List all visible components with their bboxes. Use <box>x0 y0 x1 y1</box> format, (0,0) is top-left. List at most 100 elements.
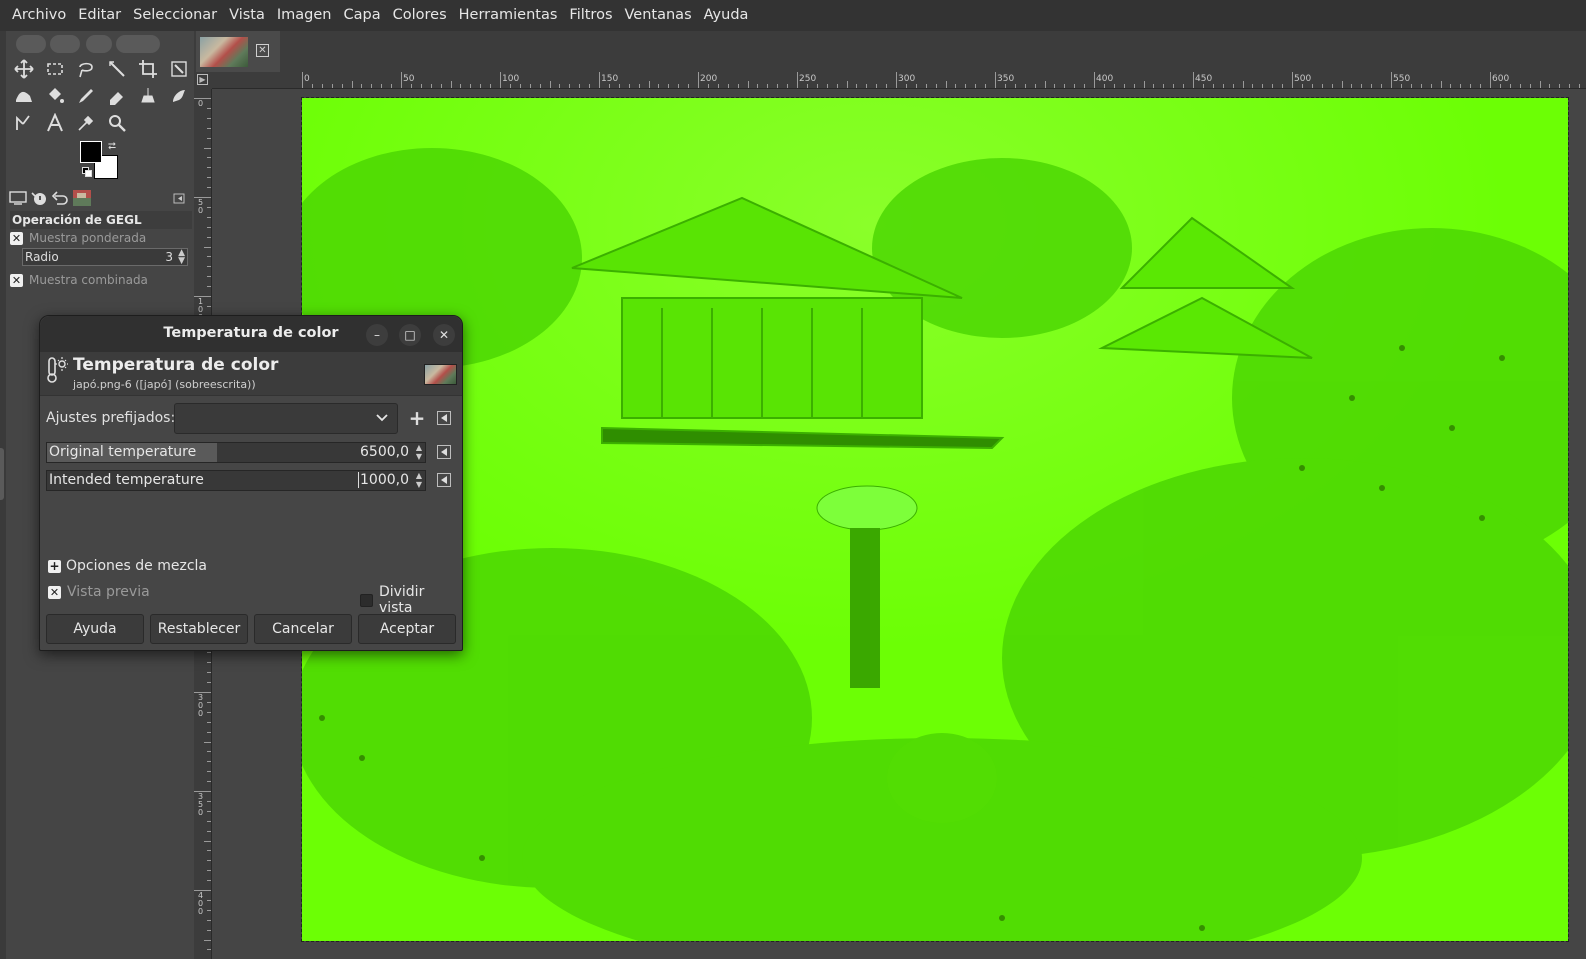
menu-imagen[interactable]: Imagen <box>271 0 338 31</box>
quick-mask-icon[interactable]: ▶ <box>197 74 208 85</box>
foreground-color-swatch[interactable] <box>80 141 102 163</box>
ruler-label: 0 <box>198 99 204 108</box>
menu-filtros[interactable]: Filtros <box>563 0 618 31</box>
close-icon[interactable]: ✕ <box>256 44 269 57</box>
image-tab[interactable]: ✕ <box>196 31 280 72</box>
ruler-label: 100 <box>502 74 520 84</box>
add-preset-icon[interactable]: + <box>407 407 427 429</box>
menu-seleccionar[interactable]: Seleccionar <box>127 0 223 31</box>
presets-dropdown[interactable] <box>174 403 398 434</box>
ruler-label: 50 <box>198 198 204 215</box>
original-temperature-spinscale[interactable]: Original temperature 6500,0 ▲ ▼ <box>46 442 426 463</box>
intended-temperature-stepper-icon[interactable]: ▲ ▼ <box>416 471 422 489</box>
minimize-icon[interactable]: – <box>366 324 388 346</box>
rect-select-tool-icon[interactable] <box>43 57 67 81</box>
split-view-checkbox[interactable] <box>360 593 373 607</box>
blend-options-label: Opciones de mezcla <box>66 558 208 574</box>
move-tool-icon[interactable] <box>12 57 36 81</box>
tool-options-tab-icon[interactable] <box>8 189 28 207</box>
chevron-down-icon <box>376 414 388 422</box>
ok-button[interactable]: Aceptar <box>358 614 456 644</box>
preview-toggle[interactable]: ✕ Vista previa <box>48 584 150 600</box>
menu-colores[interactable]: Colores <box>387 0 453 31</box>
close-icon[interactable]: ✕ <box>433 324 455 346</box>
clone-tool-icon[interactable] <box>136 84 160 108</box>
menu-ayuda[interactable]: Ayuda <box>698 0 755 31</box>
crop-tool-icon[interactable] <box>136 57 160 81</box>
dialog-header-subtitle: japó.png-6 ([japó] (sobreescrita)) <box>73 378 256 391</box>
toolbox-header <box>16 33 192 53</box>
original-temperature-stepper-icon[interactable]: ▲ ▼ <box>416 443 422 461</box>
ruler-corner[interactable]: ▶ <box>194 72 212 89</box>
undo-history-tab-icon[interactable] <box>50 189 70 207</box>
horizontal-ruler[interactable]: 0 50 100 150 200 250 300 350 400 450 500 550 600 <box>212 72 1586 89</box>
free-select-tool-icon[interactable] <box>74 57 98 81</box>
menu-capa[interactable]: Capa <box>338 0 387 31</box>
swap-colors-icon[interactable]: ⮂ <box>108 141 116 152</box>
sample-combined-checkbox[interactable]: ✕ <box>10 273 23 287</box>
radius-spinner[interactable]: Radio 3 ▲ ▼ <box>22 248 188 266</box>
menu-archivo[interactable]: Archivo <box>6 0 72 31</box>
maximize-icon[interactable]: □ <box>399 324 421 346</box>
color-picker-tool-icon[interactable] <box>74 111 98 135</box>
expand-icon: + <box>48 558 61 573</box>
blend-options-expander[interactable]: + Opciones de mezcla <box>48 558 207 574</box>
reset-button[interactable]: Restablecer <box>150 614 248 644</box>
ruler-tick <box>1490 72 1491 88</box>
dialog-titlebar[interactable]: Temperatura de color – □ ✕ <box>40 316 462 352</box>
ruler-tick <box>194 296 211 297</box>
unified-transform-tool-icon[interactable] <box>167 57 191 81</box>
color-area[interactable]: ⮂ <box>80 141 124 181</box>
dock-handle[interactable] <box>0 448 4 500</box>
ruler-label: 50 <box>403 74 415 84</box>
menu-vista[interactable]: Vista <box>223 0 271 31</box>
split-view-label: Dividir vista <box>378 584 425 616</box>
menu-editar[interactable]: Editar <box>72 0 127 31</box>
ruler-tick <box>194 890 211 891</box>
smudge-tool-icon[interactable] <box>167 84 191 108</box>
default-colors-icon[interactable] <box>82 167 92 177</box>
help-button[interactable]: Ayuda <box>46 614 144 644</box>
sample-merged-checkbox[interactable]: ✕ <box>10 231 23 245</box>
dialog-header-title: Temperatura de color <box>73 355 279 375</box>
image-canvas[interactable] <box>301 97 1569 942</box>
ruler-tick <box>896 72 897 88</box>
zoom-tool-icon[interactable] <box>105 111 129 135</box>
ruler-label: 400 <box>198 891 204 916</box>
sample-merged-label: Muestra ponderada <box>29 231 147 245</box>
menu-herramientas[interactable]: Herramientas <box>453 0 564 31</box>
ruler-tick <box>995 72 996 88</box>
intended-temperature-spinscale[interactable]: Intended temperature 1000,0 ▲ ▼ <box>46 470 426 491</box>
ruler-label: 450 <box>1195 74 1213 84</box>
radius-value: 3 <box>165 250 173 264</box>
original-temperature-picker-icon[interactable] <box>437 445 451 459</box>
cancel-button[interactable]: Cancelar <box>254 614 352 644</box>
ruler-tick <box>1391 72 1392 88</box>
radius-label: Radio <box>25 250 59 264</box>
text-tool-icon[interactable] <box>43 111 67 135</box>
menu-ventanas[interactable]: Ventanas <box>619 0 698 31</box>
image-thumbnail <box>424 364 457 385</box>
ruler-label: 300 <box>898 74 916 84</box>
paintbrush-tool-icon[interactable] <box>74 84 98 108</box>
eraser-tool-icon[interactable] <box>105 84 129 108</box>
dock-tabs <box>6 187 192 209</box>
paths-tool-icon[interactable] <box>12 111 36 135</box>
preview-checkbox[interactable]: ✕ <box>48 585 61 599</box>
fuzzy-select-tool-icon[interactable] <box>105 57 129 81</box>
configure-tab-icon[interactable] <box>170 189 190 207</box>
split-view-toggle[interactable]: Dividir vista <box>360 584 462 616</box>
images-tab-icon[interactable] <box>72 189 92 207</box>
device-status-tab-icon[interactable] <box>29 189 49 207</box>
bucket-fill-tool-icon[interactable] <box>43 84 67 108</box>
image-tabs-bar: ✕ <box>194 31 1586 72</box>
ruler-label: 0 <box>304 74 310 84</box>
presets-menu-icon[interactable] <box>437 411 451 425</box>
sample-merged-option[interactable]: ✕ Muestra ponderada <box>10 229 192 247</box>
intended-temperature-picker-icon[interactable] <box>437 473 451 487</box>
ruler-label: 400 <box>1096 74 1114 84</box>
radius-stepper-icon[interactable]: ▲ ▼ <box>178 249 185 266</box>
warp-tool-icon[interactable] <box>12 84 36 108</box>
sample-combined-option[interactable]: ✕ Muestra combinada <box>10 271 192 289</box>
ruler-tick <box>194 692 211 693</box>
